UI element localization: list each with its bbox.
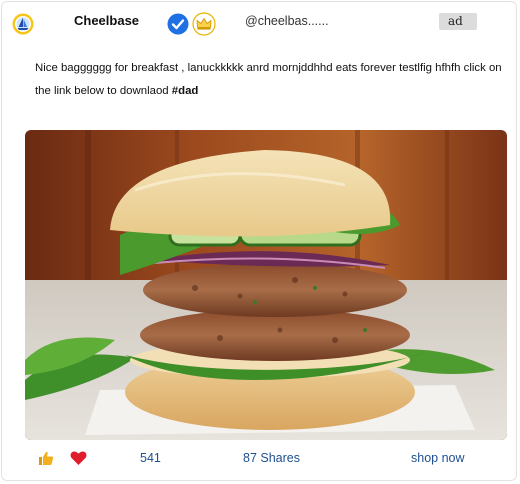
- engagement-bar: 541 87 Shares shop now: [2, 447, 516, 471]
- crown-icon: [192, 12, 216, 36]
- post-caption: Nice bagggggg for breakfast , lanuckkkkk…: [35, 57, 505, 103]
- account-handle[interactable]: @cheelbas......: [245, 14, 329, 28]
- ad-badge: ad: [439, 13, 477, 30]
- ad-post-card: Cheelbase @cheelbas...... ad Nice bagggg…: [1, 1, 517, 481]
- shares-count[interactable]: 87 Shares: [243, 451, 300, 465]
- likes-count: 541: [140, 451, 161, 465]
- hashtag-link[interactable]: #dad: [172, 85, 199, 97]
- burger-photo[interactable]: [25, 130, 507, 440]
- brand-name[interactable]: Cheelbase: [74, 13, 139, 28]
- thumbs-up-icon[interactable]: [38, 450, 54, 466]
- heart-icon[interactable]: [70, 450, 87, 466]
- sailboat-logo-icon[interactable]: [12, 13, 34, 35]
- caption-text: Nice bagggggg for breakfast , lanuckkkkk…: [35, 62, 502, 97]
- verified-check-icon: [167, 13, 189, 35]
- shop-now-link[interactable]: shop now: [411, 451, 465, 465]
